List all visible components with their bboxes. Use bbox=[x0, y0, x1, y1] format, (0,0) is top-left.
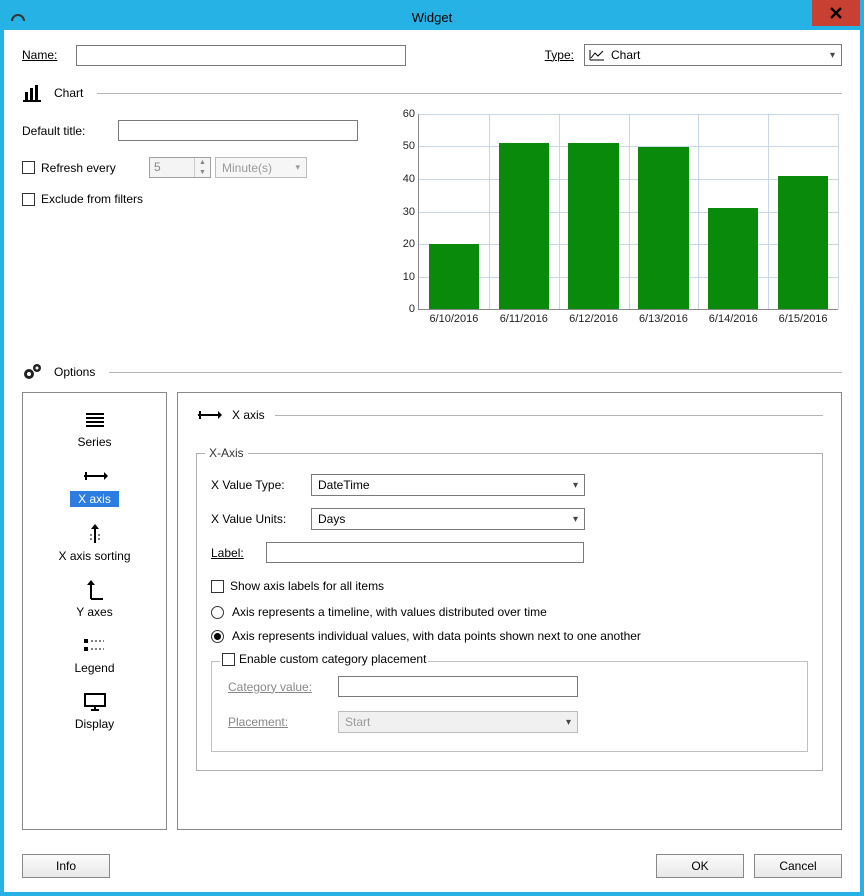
options-section-header: Options bbox=[22, 362, 842, 382]
chart-section-icon bbox=[22, 84, 50, 102]
dialog-footer: Info OK Cancel bbox=[4, 844, 860, 892]
y-tick: 30 bbox=[403, 206, 419, 218]
ok-button[interactable]: OK bbox=[656, 854, 744, 878]
chart-bar bbox=[429, 244, 479, 309]
category-value-label: Category value: bbox=[228, 680, 338, 694]
x-tick: 6/11/2016 bbox=[500, 309, 548, 325]
options-body: X axis X-Axis X Value Type: DateTime▾ X … bbox=[177, 392, 842, 830]
chevron-down-icon: ▾ bbox=[295, 162, 300, 173]
window-title: Widget bbox=[412, 10, 452, 25]
xaxis-subheader: X axis bbox=[196, 407, 823, 423]
close-button[interactable] bbox=[812, 0, 860, 26]
x-value-type-dropdown[interactable]: DateTime▾ bbox=[311, 474, 585, 496]
x-tick: 6/14/2016 bbox=[709, 309, 758, 325]
custom-category-fieldset: Enable custom category placement Categor… bbox=[211, 661, 808, 752]
y-tick: 10 bbox=[403, 271, 419, 283]
type-value: Chart bbox=[611, 48, 640, 62]
refresh-unit-dropdown[interactable]: Minute(s) ▾ bbox=[215, 157, 307, 178]
chevron-down-icon: ▾ bbox=[573, 480, 578, 491]
spinner-down-icon: ▼ bbox=[195, 168, 210, 178]
sidebar-item-legend[interactable]: Legend bbox=[23, 629, 166, 685]
show-all-labels-checkbox[interactable] bbox=[211, 580, 224, 593]
sidebar-item-display[interactable]: Display bbox=[23, 685, 166, 741]
options-sidebar: Series X axis X axis sorting Y axes Lege… bbox=[22, 392, 167, 830]
spinner-up-icon: ▲ bbox=[195, 158, 210, 168]
options-section-label: Options bbox=[54, 365, 95, 379]
chart-props-panel: Default title: Refresh every 5 ▲▼ Minute… bbox=[22, 110, 382, 340]
default-title-label: Default title: bbox=[22, 124, 118, 138]
y-tick: 40 bbox=[403, 173, 419, 185]
display-icon bbox=[23, 691, 166, 713]
titlebar: Widget bbox=[4, 4, 860, 30]
placement-label: Placement: bbox=[228, 715, 338, 729]
enable-custom-category-checkbox[interactable] bbox=[222, 653, 235, 666]
x-tick: 6/12/2016 bbox=[569, 309, 618, 325]
info-button[interactable]: Info bbox=[22, 854, 110, 878]
type-label: Type: bbox=[545, 48, 574, 62]
header-row: Name: Type: Chart ▾ bbox=[22, 44, 842, 66]
axis-individual-radio[interactable] bbox=[211, 630, 224, 643]
chart-bar bbox=[778, 176, 828, 309]
name-input[interactable] bbox=[76, 45, 406, 66]
default-title-input[interactable] bbox=[118, 120, 358, 141]
refresh-every-checkbox[interactable] bbox=[22, 161, 35, 174]
axis-individual-label: Axis represents individual values, with … bbox=[232, 629, 641, 643]
x-tick: 6/10/2016 bbox=[429, 309, 478, 325]
chart-type-icon bbox=[589, 49, 605, 61]
x-value-units-label: X Value Units: bbox=[211, 512, 311, 526]
sidebar-item-xsort[interactable]: X axis sorting bbox=[23, 517, 166, 573]
sidebar-item-yaxes[interactable]: Y axes bbox=[23, 573, 166, 629]
gears-icon bbox=[22, 362, 50, 382]
type-dropdown[interactable]: Chart ▾ bbox=[584, 44, 842, 66]
x-value-type-label: X Value Type: bbox=[211, 478, 311, 492]
app-icon bbox=[10, 9, 26, 25]
y-tick: 60 bbox=[403, 108, 419, 120]
y-tick: 20 bbox=[403, 238, 419, 250]
category-value-input bbox=[338, 676, 578, 697]
sidebar-item-series[interactable]: Series bbox=[23, 403, 166, 459]
chart-bar bbox=[568, 143, 618, 309]
xaxis-header-icon bbox=[196, 407, 222, 423]
yaxes-icon bbox=[23, 579, 166, 601]
enable-custom-category-label: Enable custom category placement bbox=[239, 652, 426, 666]
show-all-labels-label: Show axis labels for all items bbox=[230, 579, 384, 593]
chart-bar bbox=[708, 208, 758, 309]
y-tick: 0 bbox=[409, 303, 419, 315]
exclude-filters-checkbox[interactable] bbox=[22, 193, 35, 206]
x-tick: 6/13/2016 bbox=[639, 309, 688, 325]
widget-dialog: Widget Name: Type: Chart ▾ Chart bbox=[0, 0, 864, 896]
xsort-icon bbox=[23, 523, 166, 545]
cancel-button[interactable]: Cancel bbox=[754, 854, 842, 878]
y-tick: 50 bbox=[403, 140, 419, 152]
chevron-down-icon: ▾ bbox=[573, 514, 578, 525]
axis-timeline-label: Axis represents a timeline, with values … bbox=[232, 605, 547, 619]
refresh-every-label: Refresh every bbox=[41, 161, 149, 175]
xaxis-fieldset: X-Axis X Value Type: DateTime▾ X Value U… bbox=[196, 453, 823, 771]
sidebar-item-xaxis[interactable]: X axis bbox=[23, 459, 166, 517]
xaxis-label-label: Label: bbox=[211, 546, 266, 560]
legend-icon bbox=[23, 635, 166, 657]
axis-timeline-radio[interactable] bbox=[211, 606, 224, 619]
series-icon bbox=[23, 409, 166, 431]
chart-section-label: Chart bbox=[54, 86, 83, 100]
chevron-down-icon: ▾ bbox=[566, 717, 571, 728]
exclude-filters-label: Exclude from filters bbox=[41, 192, 143, 206]
name-label: Name: bbox=[22, 48, 76, 62]
xaxis-heading: X axis bbox=[232, 408, 265, 422]
chevron-down-icon: ▾ bbox=[830, 50, 835, 61]
placement-dropdown: Start▾ bbox=[338, 711, 578, 733]
xaxis-label-input[interactable] bbox=[266, 542, 584, 563]
chart-bar bbox=[499, 143, 549, 309]
refresh-value-spinner[interactable]: 5 ▲▼ bbox=[149, 157, 211, 178]
xaxis-icon bbox=[23, 465, 166, 487]
chart-section-header: Chart bbox=[22, 84, 842, 102]
chart-bar bbox=[638, 147, 688, 310]
chart-preview: 0 10 20 30 40 50 60 6/10/2016 6/11/2016 6/12/2016… bbox=[382, 110, 842, 340]
x-tick: 6/15/2016 bbox=[779, 309, 828, 325]
xaxis-fieldset-legend: X-Axis bbox=[205, 446, 248, 460]
x-value-units-dropdown[interactable]: Days▾ bbox=[311, 508, 585, 530]
